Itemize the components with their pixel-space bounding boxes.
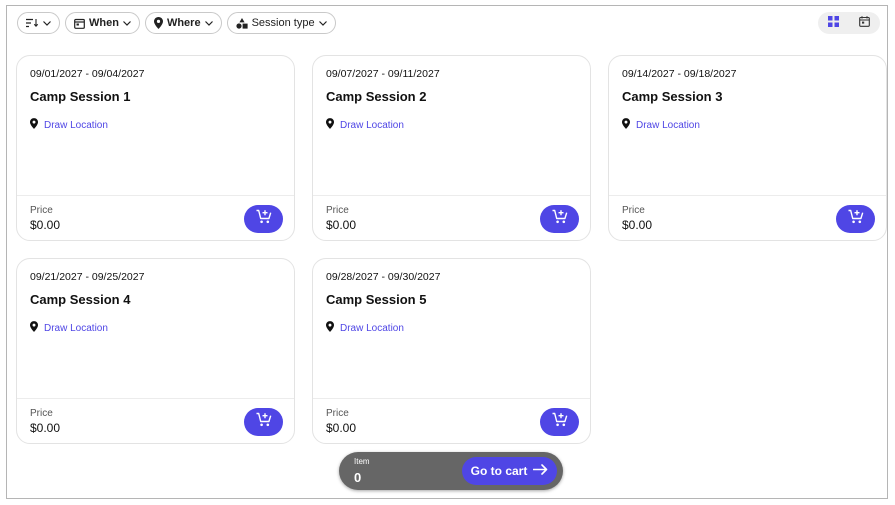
add-to-cart-button[interactable]: [244, 205, 283, 233]
session-location: Draw Location: [30, 116, 108, 134]
session-type-filter-button[interactable]: Session type: [226, 12, 336, 34]
go-to-cart-button[interactable]: Go to cart: [462, 457, 557, 485]
session-title: Camp Session 4: [30, 292, 131, 307]
view-toggle: [818, 12, 880, 34]
where-filter-button[interactable]: Where: [144, 12, 222, 34]
add-to-cart-button[interactable]: [540, 408, 579, 436]
sort-button[interactable]: [17, 12, 60, 34]
card-divider: [17, 195, 294, 196]
session-dates: 09/14/2027 - 09/18/2027: [622, 68, 737, 80]
price-value: $0.00: [30, 218, 61, 232]
session-title: Camp Session 3: [622, 89, 723, 104]
session-dates: 09/28/2027 - 09/30/2027: [326, 271, 441, 283]
price-label: Price: [30, 205, 53, 216]
add-to-cart-icon: [552, 209, 568, 229]
sort-icon: [26, 18, 39, 28]
when-filter-label: When: [89, 17, 119, 29]
shapes-icon: [235, 17, 248, 29]
map-pin-icon: [30, 319, 38, 337]
when-filter-button[interactable]: When: [65, 12, 140, 34]
where-filter-label: Where: [166, 17, 201, 29]
session-card: 09/28/2027 - 09/30/2027 Camp Session 5 D…: [312, 258, 591, 444]
cart-item-count: 0: [354, 470, 362, 485]
draw-location-link[interactable]: Draw Location: [44, 120, 108, 131]
cart-summary-bar: Item 0 Go to cart: [339, 452, 563, 490]
add-to-cart-icon: [256, 412, 272, 432]
calendar-view-button[interactable]: [852, 14, 878, 32]
calendar-view-icon: [859, 14, 870, 32]
add-to-cart-button[interactable]: [540, 205, 579, 233]
app-frame: When Where Session type 09/01/2027 - 09/…: [6, 5, 888, 499]
session-title: Camp Session 2: [326, 89, 427, 104]
draw-location-link[interactable]: Draw Location: [44, 323, 108, 334]
chevron-down-icon: [318, 20, 327, 26]
price-label: Price: [622, 205, 645, 216]
map-pin-icon: [622, 116, 630, 134]
price-label: Price: [30, 408, 53, 419]
session-location: Draw Location: [326, 319, 404, 337]
price-label: Price: [326, 408, 349, 419]
card-divider: [313, 398, 590, 399]
session-location: Draw Location: [622, 116, 700, 134]
chevron-down-icon: [123, 20, 131, 26]
grid-view-icon: [828, 14, 839, 32]
card-divider: [17, 398, 294, 399]
price-value: $0.00: [326, 421, 357, 435]
price-value: $0.00: [622, 218, 653, 232]
session-card: 09/14/2027 - 09/18/2027 Camp Session 3 D…: [608, 55, 887, 241]
session-title: Camp Session 5: [326, 292, 427, 307]
map-pin-icon: [30, 116, 38, 134]
arrow-right-icon: [533, 464, 548, 478]
session-dates: 09/01/2027 - 09/04/2027: [30, 68, 145, 80]
session-location: Draw Location: [30, 319, 108, 337]
map-pin-icon: [326, 116, 334, 134]
session-location: Draw Location: [326, 116, 404, 134]
draw-location-link[interactable]: Draw Location: [340, 323, 404, 334]
session-card: 09/21/2027 - 09/25/2027 Camp Session 4 D…: [16, 258, 295, 444]
add-to-cart-button[interactable]: [836, 205, 875, 233]
price-label: Price: [326, 205, 349, 216]
calendar-icon: [74, 18, 85, 29]
add-to-cart-icon: [256, 209, 272, 229]
add-to-cart-icon: [552, 412, 568, 432]
session-card: 09/07/2027 - 09/11/2027 Camp Session 2 D…: [312, 55, 591, 241]
card-divider: [609, 195, 886, 196]
session-title: Camp Session 1: [30, 89, 131, 104]
session-dates: 09/21/2027 - 09/25/2027: [30, 271, 145, 283]
grid-view-button[interactable]: [821, 14, 847, 32]
price-value: $0.00: [30, 421, 61, 435]
chevron-down-icon: [204, 20, 213, 26]
map-pin-icon: [153, 17, 163, 29]
add-to-cart-icon: [848, 209, 864, 229]
session-dates: 09/07/2027 - 09/11/2027: [326, 68, 440, 80]
go-to-cart-label: Go to cart: [470, 464, 528, 478]
chevron-down-icon: [43, 20, 51, 26]
price-value: $0.00: [326, 218, 357, 232]
card-divider: [313, 195, 590, 196]
draw-location-link[interactable]: Draw Location: [636, 120, 700, 131]
cart-item-label: Item: [354, 457, 370, 466]
filter-bar: When Where Session type: [17, 12, 336, 34]
session-card: 09/01/2027 - 09/04/2027 Camp Session 1 D…: [16, 55, 295, 241]
draw-location-link[interactable]: Draw Location: [340, 120, 404, 131]
add-to-cart-button[interactable]: [244, 408, 283, 436]
session-type-filter-label: Session type: [251, 17, 315, 29]
map-pin-icon: [326, 319, 334, 337]
